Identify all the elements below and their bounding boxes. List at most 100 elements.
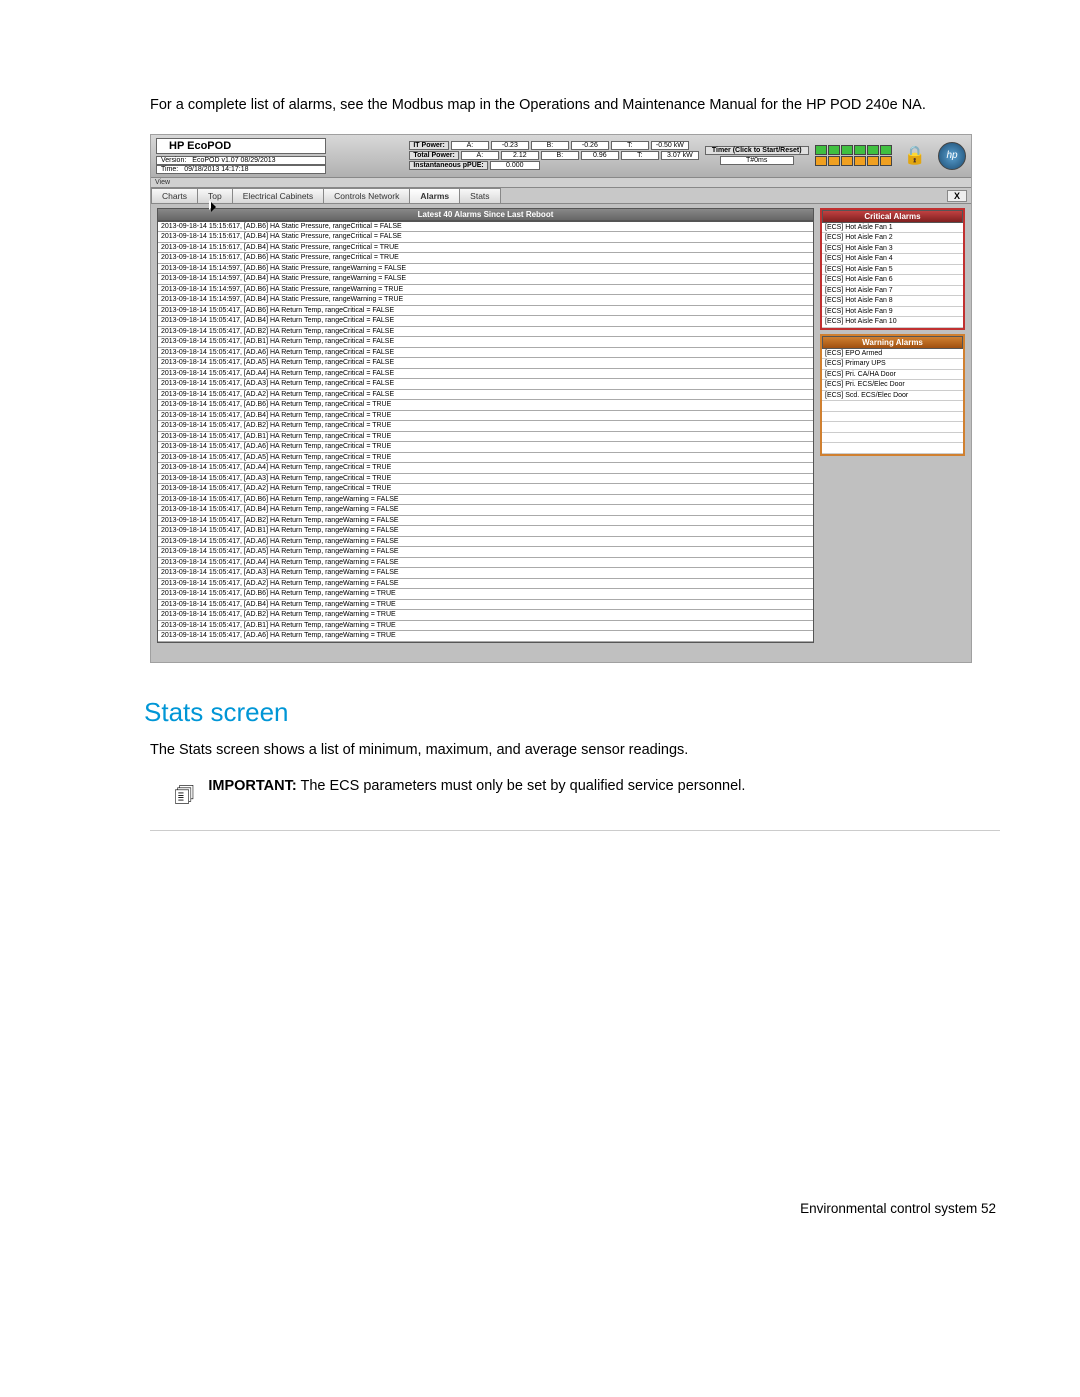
- tab-electrical[interactable]: Electrical Cabinets: [232, 188, 324, 203]
- warning-alarms-header: Warning Alarms: [822, 336, 963, 349]
- pue-label: Instantaneous pPUE:: [409, 161, 487, 170]
- alarm-log-row: 2013-09-18-14 15:05:417, [AD.A6] HA Retu…: [158, 631, 813, 642]
- alarm-log-row: 2013-09-18-14 15:14:597, [AD.B4] HA Stat…: [158, 295, 813, 306]
- alarm-log-row: 2013-09-18-14 15:05:417, [AD.B1] HA Retu…: [158, 432, 813, 443]
- warning-alarm-row: [ECS] Scd. ECS/Elec Door: [822, 391, 963, 402]
- tab-charts[interactable]: Charts: [151, 188, 198, 203]
- alarm-log-row: 2013-09-18-14 15:05:417, [AD.A5] HA Retu…: [158, 547, 813, 558]
- total-power-label: Total Power:: [409, 151, 458, 160]
- main-area: Latest 40 Alarms Since Last Reboot 2013-…: [151, 204, 971, 662]
- tab-top[interactable]: Top: [197, 188, 233, 203]
- timer-label: Timer (Click to Start/Reset): [705, 146, 809, 155]
- alarm-log-row: 2013-09-18-14 15:05:417, [AD.A3] HA Retu…: [158, 474, 813, 485]
- total-power-t: 3.07 kW: [661, 151, 699, 160]
- critical-alarm-row: [ECS] Hot Aisle Fan 4: [822, 254, 963, 265]
- alarm-log-row: 2013-09-18-14 15:05:417, [AD.A6] HA Retu…: [158, 442, 813, 453]
- alarm-log-row: 2013-09-18-14 15:05:417, [AD.B2] HA Retu…: [158, 516, 813, 527]
- important-note: 🗊 IMPORTANT: The ECS parameters must onl…: [150, 772, 1000, 831]
- view-menu[interactable]: View: [151, 178, 971, 188]
- alarm-log-row: 2013-09-18-14 15:05:417, [AD.A3] HA Retu…: [158, 568, 813, 579]
- version-label: Version:: [161, 157, 186, 164]
- time-label: Time:: [161, 166, 178, 173]
- critical-alarm-row: [ECS] Hot Aisle Fan 1: [822, 223, 963, 234]
- critical-alarm-row: [ECS] Hot Aisle Fan 10: [822, 317, 963, 328]
- it-power-b: -0.26: [571, 141, 609, 150]
- tab-bar: Charts Top Electrical Cabinets Controls …: [151, 188, 971, 204]
- alarm-log-row: 2013-09-18-14 15:05:417, [AD.B1] HA Retu…: [158, 337, 813, 348]
- important-label: IMPORTANT:: [208, 778, 296, 794]
- alarm-log-row: 2013-09-18-14 15:14:597, [AD.B6] HA Stat…: [158, 285, 813, 296]
- warning-alarm-row: [ECS] Pri. CA/HA Door: [822, 370, 963, 381]
- version-line: Version: EcoPOD v1.07 08/29/2013: [156, 156, 326, 165]
- alarm-log-row: 2013-09-18-14 15:05:417, [AD.B4] HA Retu…: [158, 600, 813, 611]
- alarm-log-row: 2013-09-18-14 15:14:597, [AD.B6] HA Stat…: [158, 264, 813, 275]
- alarm-log-header: Latest 40 Alarms Since Last Reboot: [157, 208, 814, 221]
- warning-alarm-row: [ECS] EPO Armed: [822, 349, 963, 360]
- critical-alarm-row: [ECS] Hot Aisle Fan 6: [822, 275, 963, 286]
- critical-alarms-panel: Critical Alarms [ECS] Hot Aisle Fan 1[EC…: [820, 208, 965, 330]
- ecopod-screenshot: HP EcoPOD Version: EcoPOD v1.07 08/29/20…: [150, 134, 972, 663]
- critical-alarm-row: [ECS] Hot Aisle Fan 8: [822, 296, 963, 307]
- version-value: EcoPOD v1.07 08/29/2013: [192, 157, 275, 164]
- warning-alarm-row: [822, 443, 963, 454]
- topbar: HP EcoPOD Version: EcoPOD v1.07 08/29/20…: [151, 135, 971, 178]
- warning-alarm-row: [822, 422, 963, 433]
- warning-alarm-row: [ECS] Pri. ECS/Elec Door: [822, 380, 963, 391]
- note-icon: 🗊: [174, 778, 194, 816]
- alarm-log-panel: Latest 40 Alarms Since Last Reboot 2013-…: [157, 208, 814, 648]
- critical-alarms-header: Critical Alarms: [822, 210, 963, 223]
- tab-alarms[interactable]: Alarms: [409, 188, 460, 203]
- page-footer: Environmental control system 52: [150, 1201, 1000, 1216]
- alarm-log-row: 2013-09-18-14 15:15:617, [AD.B4] HA Stat…: [158, 232, 813, 243]
- alarm-log-row: 2013-09-18-14 15:05:417, [AD.B6] HA Retu…: [158, 589, 813, 600]
- indicator-grid: [815, 145, 892, 166]
- warning-alarm-row: [ECS] Primary UPS: [822, 359, 963, 370]
- it-power-a: -0.23: [491, 141, 529, 150]
- lock-icon[interactable]: 🔒: [898, 145, 932, 166]
- warning-alarm-row: [822, 401, 963, 412]
- tab-controls[interactable]: Controls Network: [323, 188, 410, 203]
- time-line: Time: 09/18/2013 14:17:18: [156, 165, 326, 174]
- power-readouts: IT Power: A:-0.23 B:-0.26 T:-0.50 kW Tot…: [409, 141, 698, 170]
- alarm-log-row: 2013-09-18-14 15:05:417, [AD.A6] HA Retu…: [158, 348, 813, 359]
- alarm-log-row: 2013-09-18-14 15:05:417, [AD.A4] HA Retu…: [158, 463, 813, 474]
- total-power-b: 0.96: [581, 151, 619, 160]
- alarm-log-row: 2013-09-18-14 15:05:417, [AD.B2] HA Retu…: [158, 610, 813, 621]
- total-power-a: 2.12: [501, 151, 539, 160]
- alarm-log-row: 2013-09-18-14 15:05:417, [AD.A5] HA Retu…: [158, 453, 813, 464]
- app-brand: HP EcoPOD: [156, 138, 326, 154]
- alarm-log-row: 2013-09-18-14 15:05:417, [AD.B4] HA Retu…: [158, 316, 813, 327]
- alarm-log-table: 2013-09-18-14 15:15:617, [AD.B6] HA Stat…: [157, 221, 814, 643]
- hp-logo-icon: hp: [938, 142, 966, 170]
- alarm-log-row: 2013-09-18-14 15:05:417, [AD.A4] HA Retu…: [158, 369, 813, 380]
- alarm-log-row: 2013-09-18-14 15:05:417, [AD.B2] HA Retu…: [158, 421, 813, 432]
- timer-box[interactable]: Timer (Click to Start/Reset) T#0ms: [705, 146, 809, 165]
- alarm-log-row: 2013-09-18-14 15:05:417, [AD.B2] HA Retu…: [158, 327, 813, 338]
- time-value: 09/18/2013 14:17:18: [184, 166, 248, 173]
- critical-alarm-row: [ECS] Hot Aisle Fan 2: [822, 233, 963, 244]
- warning-alarm-row: [822, 412, 963, 423]
- close-button[interactable]: X: [947, 190, 967, 202]
- critical-alarm-row: [ECS] Hot Aisle Fan 7: [822, 286, 963, 297]
- important-text: The ECS parameters must only be set by q…: [301, 778, 746, 794]
- alarm-log-row: 2013-09-18-14 15:05:417, [AD.B6] HA Retu…: [158, 306, 813, 317]
- section-title: Stats screen: [144, 697, 1000, 728]
- alarm-log-row: 2013-09-18-14 15:05:417, [AD.B1] HA Retu…: [158, 621, 813, 632]
- critical-alarm-row: [ECS] Hot Aisle Fan 5: [822, 265, 963, 276]
- alarm-log-row: 2013-09-18-14 15:05:417, [AD.B1] HA Retu…: [158, 526, 813, 537]
- alarm-log-row: 2013-09-18-14 15:15:617, [AD.B4] HA Stat…: [158, 243, 813, 254]
- warning-alarms-panel: Warning Alarms [ECS] EPO Armed[ECS] Prim…: [820, 334, 965, 456]
- alarm-log-row: 2013-09-18-14 15:05:417, [AD.B4] HA Retu…: [158, 505, 813, 516]
- alarm-log-row: 2013-09-18-14 15:14:597, [AD.B4] HA Stat…: [158, 274, 813, 285]
- alarm-log-row: 2013-09-18-14 15:05:417, [AD.A5] HA Retu…: [158, 358, 813, 369]
- alarm-log-row: 2013-09-18-14 15:05:417, [AD.A2] HA Retu…: [158, 579, 813, 590]
- it-power-t: -0.50 kW: [651, 141, 689, 150]
- critical-alarm-row: [ECS] Hot Aisle Fan 9: [822, 307, 963, 318]
- tab-stats[interactable]: Stats: [459, 188, 500, 203]
- timer-value: T#0ms: [720, 156, 794, 165]
- alarm-log-row: 2013-09-18-14 15:15:617, [AD.B6] HA Stat…: [158, 253, 813, 264]
- critical-alarm-row: [ECS] Hot Aisle Fan 3: [822, 244, 963, 255]
- alarm-log-row: 2013-09-18-14 15:05:417, [AD.A3] HA Retu…: [158, 379, 813, 390]
- alarm-log-row: 2013-09-18-14 15:05:417, [AD.A6] HA Retu…: [158, 537, 813, 548]
- alarm-log-row: 2013-09-18-14 15:05:417, [AD.B4] HA Retu…: [158, 411, 813, 422]
